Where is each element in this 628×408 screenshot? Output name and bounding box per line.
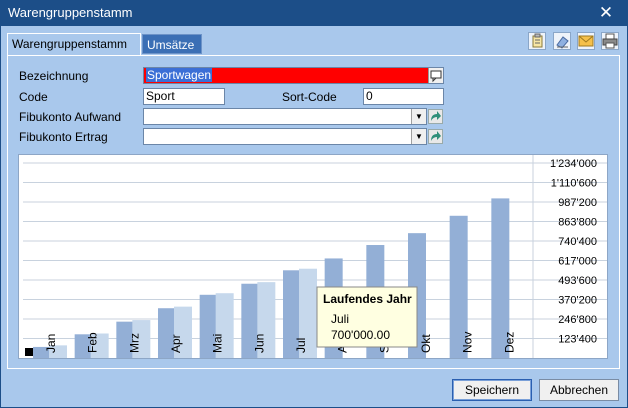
y-tick-label: 740'400 bbox=[558, 236, 597, 248]
aufwand-label: Fibukonto Aufwand bbox=[19, 110, 122, 124]
sortcode-label: Sort-Code bbox=[282, 90, 337, 104]
x-tick-label: Jul bbox=[294, 338, 308, 353]
eraser-icon[interactable] bbox=[553, 32, 571, 50]
clipboard-icon[interactable] bbox=[528, 32, 546, 50]
x-tick-label: Okt bbox=[419, 334, 433, 353]
x-tick-label: Apr bbox=[169, 334, 183, 353]
comment-icon[interactable] bbox=[428, 68, 443, 83]
window-title: Warengruppenstamm bbox=[8, 5, 133, 20]
tooltip-title: Laufendes Jahr bbox=[323, 292, 412, 306]
x-tick-label: Mai bbox=[211, 334, 225, 353]
aufwand-select[interactable]: ▼ bbox=[143, 108, 427, 125]
y-tick-label: 493'600 bbox=[558, 275, 597, 287]
sortcode-value: 0 bbox=[366, 89, 373, 103]
y-tick-label: 370'200 bbox=[558, 295, 597, 307]
save-button-label: Speichern bbox=[464, 383, 520, 397]
x-tick-label: Mrz bbox=[127, 333, 141, 353]
go-arrow-icon[interactable] bbox=[428, 109, 443, 124]
code-value: Sport bbox=[146, 89, 175, 103]
chart-svg: 123'400 246'800 370'200 493'600 617'000 740'4… bbox=[23, 155, 607, 358]
sales-chart: 123'400 246'800 370'200 493'600 617'000 740'4… bbox=[18, 154, 608, 359]
cancel-button[interactable]: Abbrechen bbox=[539, 379, 619, 401]
x-tick-label: Dez bbox=[502, 332, 516, 353]
y-tick-label: 1'234'000 bbox=[550, 158, 597, 170]
code-field[interactable]: Sport bbox=[143, 88, 225, 105]
y-tick-label: 1'110'600 bbox=[551, 178, 597, 190]
mail-icon[interactable] bbox=[577, 32, 595, 50]
close-icon[interactable]: ✕ bbox=[584, 0, 628, 26]
x-tick-label: Jan bbox=[44, 334, 58, 353]
legend-marker bbox=[25, 348, 33, 356]
y-tick-label: 863'800 bbox=[558, 217, 597, 229]
bezeichnung-field[interactable]: Sportwagen bbox=[143, 67, 444, 84]
sortcode-field[interactable]: 0 bbox=[363, 88, 444, 105]
x-tick-label: Feb bbox=[86, 332, 100, 353]
chevron-down-icon[interactable]: ▼ bbox=[411, 109, 426, 124]
tooltip-month: Juli bbox=[331, 312, 349, 326]
print-icon[interactable] bbox=[601, 32, 619, 50]
go-arrow-icon[interactable] bbox=[428, 129, 443, 144]
bezeichnung-label: Bezeichnung bbox=[19, 69, 89, 83]
save-button[interactable]: Speichern bbox=[452, 379, 532, 401]
y-tick-label: 987'200 bbox=[558, 197, 597, 209]
x-tick-label: Nov bbox=[461, 332, 475, 353]
tab-umsaetze[interactable]: Umsätze bbox=[142, 34, 202, 54]
tooltip-value: 700'000.00 bbox=[331, 328, 390, 342]
y-tick-label: 617'000 bbox=[558, 256, 597, 268]
code-label: Code bbox=[19, 90, 48, 104]
ertrag-select[interactable]: ▼ bbox=[143, 128, 427, 145]
bezeichnung-value: Sportwagen bbox=[146, 68, 213, 82]
tab-warengruppenstamm[interactable]: Warengruppenstamm bbox=[7, 33, 141, 55]
ertrag-label: Fibukonto Ertrag bbox=[19, 130, 108, 144]
chevron-down-icon[interactable]: ▼ bbox=[411, 129, 426, 144]
y-tick-label: 246'800 bbox=[558, 314, 597, 326]
x-tick-label: Jun bbox=[252, 334, 266, 353]
cancel-button-label: Abbrechen bbox=[549, 383, 609, 397]
dialog-window: Warengruppenstamm ✕ Warengruppenstamm Um… bbox=[0, 0, 628, 408]
title-bar: Warengruppenstamm ✕ bbox=[0, 0, 628, 26]
y-tick-label: 123'400 bbox=[558, 334, 597, 346]
